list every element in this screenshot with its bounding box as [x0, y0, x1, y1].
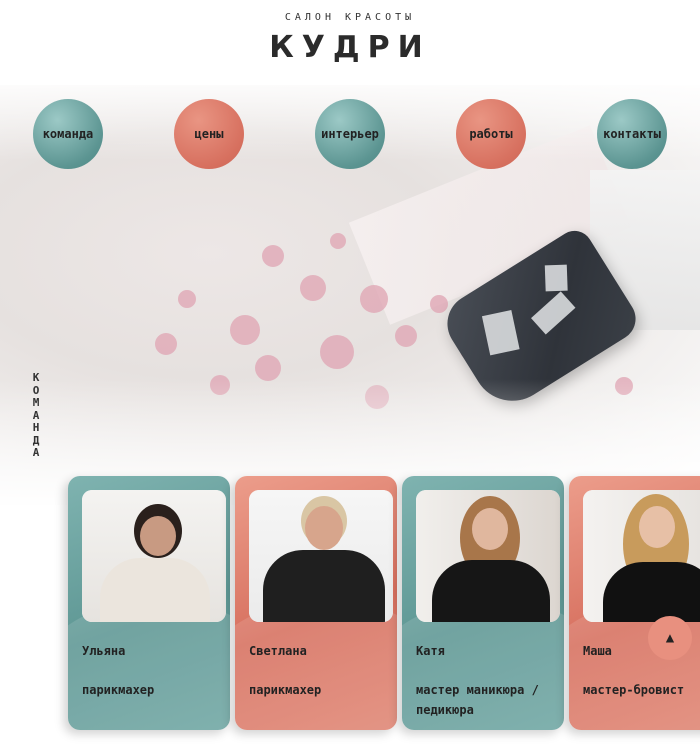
- team-name: Ульяна: [82, 644, 126, 658]
- brand-subtitle: САЛОН КРАСОТЫ: [284, 12, 416, 23]
- nav-item-contacts[interactable]: контакты: [597, 99, 667, 169]
- team-role: мастер-бровист: [583, 683, 685, 697]
- team-role: мастер маникюра / педикюра: [416, 683, 539, 717]
- team-role: парикмахер: [82, 683, 155, 697]
- team-photo: [416, 490, 560, 622]
- team-photo: [82, 490, 226, 622]
- section-vertical-label: КОМАНДА: [32, 371, 40, 459]
- nav-item-works[interactable]: работы: [456, 99, 526, 169]
- caret-up-icon: ▲: [665, 630, 675, 646]
- team-card[interactable]: Катя мастер маникюра / педикюра: [402, 476, 564, 730]
- nav-item-interior[interactable]: интерьер: [315, 99, 385, 169]
- team-photo: [583, 490, 700, 622]
- team-name: Катя: [416, 644, 445, 658]
- team-photo: [249, 490, 393, 622]
- nav-item-team[interactable]: команда: [33, 99, 103, 169]
- nav-item-prices[interactable]: цены: [174, 99, 244, 169]
- brand-logo[interactable]: КУДРИ: [0, 30, 700, 65]
- scroll-top-button[interactable]: ▲: [648, 616, 692, 660]
- team-card[interactable]: Ульяна парикмахер: [68, 476, 230, 730]
- team-role: парикмахер: [249, 683, 322, 697]
- team-card[interactable]: Маша мастер-бровист: [569, 476, 700, 730]
- team-card[interactable]: Светлана парикмахер: [235, 476, 397, 730]
- team-name: Светлана: [249, 644, 307, 658]
- team-name: Маша: [583, 644, 612, 658]
